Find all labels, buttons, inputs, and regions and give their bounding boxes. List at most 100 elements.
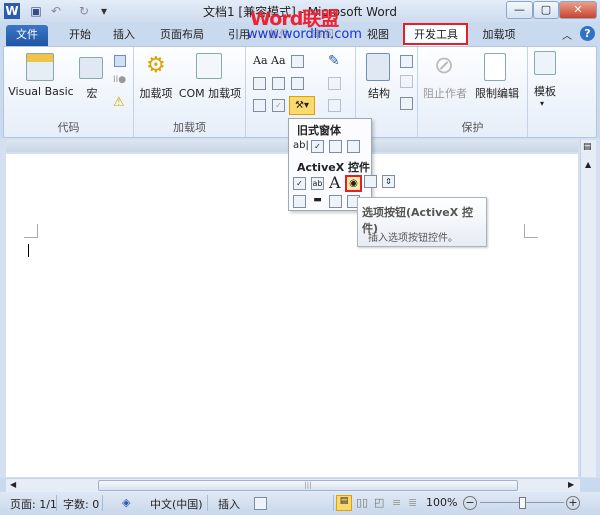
activex-label-icon[interactable]: A xyxy=(329,173,341,192)
legacy-tools-button[interactable]: ⚒▾ xyxy=(289,96,315,115)
full-screen-reading-icon[interactable]: ▯▯ xyxy=(356,496,368,509)
activex-scrollbar-icon[interactable]: ⇕ xyxy=(382,175,395,188)
insert-mode[interactable]: 插入 xyxy=(218,496,240,512)
group-label: 加载项 xyxy=(173,121,206,134)
word-count[interactable]: 字数: 0 xyxy=(63,496,99,512)
group-control-icon[interactable] xyxy=(328,99,341,112)
page-count[interactable]: 页面: 1/1 xyxy=(10,496,57,512)
text-cursor xyxy=(28,244,29,257)
tab-page-layout[interactable]: 页面布局 xyxy=(152,25,212,46)
collapse-ribbon-icon[interactable]: ︿ xyxy=(562,27,572,42)
addins-button[interactable]: 加载项 xyxy=(136,85,176,101)
plain-text-control-icon[interactable]: Aa xyxy=(271,54,286,67)
outline-icon[interactable]: ≡ xyxy=(392,496,401,509)
scroll-thumb[interactable]: ||| xyxy=(98,480,518,491)
watermark-url: www.wordlm.com xyxy=(247,27,362,42)
zoom-in-button[interactable]: + xyxy=(566,496,580,510)
zoom-level[interactable]: 100% xyxy=(426,496,457,509)
tab-file[interactable]: 文件 xyxy=(6,25,48,46)
picture-control-icon[interactable] xyxy=(291,55,304,68)
draft-icon[interactable]: ≣ xyxy=(408,496,417,509)
com-addins-button[interactable]: COM 加载项 xyxy=(176,85,244,101)
com-addins-icon xyxy=(196,53,222,79)
ruler-toggle-icon[interactable]: ▤ xyxy=(583,142,592,152)
minimize-button[interactable]: — xyxy=(506,1,533,19)
group-addins: ⚙ 加载项 COM 加载项 加载项 xyxy=(134,47,246,137)
group-code: Visual Basic 宏 II● ⚠ 代码 xyxy=(4,47,134,137)
zoom-slider-thumb[interactable] xyxy=(519,497,526,509)
visual-basic-button[interactable]: Visual Basic xyxy=(6,85,76,98)
group-label: 代码 xyxy=(57,121,80,134)
scroll-right-icon[interactable]: ▶ xyxy=(568,480,574,489)
tooltip-description: 插入选项按钮控件。 xyxy=(368,233,458,244)
title-bar: W ▣ ↶ ↻ ▾ 文档1 [兼容模式] - Microsoft Word Wo… xyxy=(0,0,600,30)
legacy-forms-heading: 旧式窗体 xyxy=(297,124,341,137)
tab-insert[interactable]: 插入 xyxy=(104,25,144,46)
block-authors-button[interactable]: 阻止作者 xyxy=(420,85,470,101)
tab-home[interactable]: 开始 xyxy=(60,25,100,46)
divider xyxy=(56,495,57,511)
macros-icon xyxy=(79,57,103,79)
properties-icon[interactable] xyxy=(328,77,341,90)
status-bar: 页面: 1/1 字数: 0 ◈ 中文(中国) 插入 ▤ ▯▯ ◰ ≡ ≣ 100… xyxy=(0,492,600,515)
activex-listbox-icon[interactable] xyxy=(293,195,306,208)
language[interactable]: 中文(中国) xyxy=(150,496,203,512)
document-template-icon xyxy=(534,51,556,75)
date-picker-control-icon[interactable] xyxy=(253,99,266,112)
checkbox-control-icon[interactable]: ✓ xyxy=(272,99,285,112)
vertical-scrollbar[interactable]: ▤ ▲ xyxy=(580,140,596,477)
drop-down-control-icon[interactable] xyxy=(291,77,304,90)
template-button[interactable]: 模板 xyxy=(530,83,560,99)
activex-textbox-icon[interactable]: ab xyxy=(311,177,324,190)
design-mode-icon[interactable]: ✎ xyxy=(328,53,340,69)
block-authors-icon: ⊘ xyxy=(434,51,455,79)
scroll-up-icon[interactable]: ▲ xyxy=(585,160,591,169)
tab-addins[interactable]: 加载项 xyxy=(474,25,524,46)
frame-icon[interactable] xyxy=(347,140,360,153)
close-button[interactable]: ✕ xyxy=(559,1,597,19)
tooltip: 选项按钮(ActiveX 控件) 插入选项按钮控件。 xyxy=(357,197,487,247)
activex-togglebutton-icon[interactable]: ▬ xyxy=(311,195,324,208)
record-macro-icon[interactable] xyxy=(114,55,126,67)
scroll-left-icon[interactable]: ◀ xyxy=(10,480,16,489)
rich-text-control-icon[interactable]: Aa xyxy=(253,54,268,67)
combo-box-control-icon[interactable] xyxy=(272,77,285,90)
activex-image-icon[interactable] xyxy=(364,175,377,188)
option-button-icon[interactable]: ◉ xyxy=(345,175,362,192)
print-layout-icon[interactable]: ▤ xyxy=(336,495,352,511)
activex-checkbox-icon[interactable]: ✓ xyxy=(293,177,306,190)
dropdown-field-icon[interactable] xyxy=(329,140,342,153)
divider xyxy=(102,495,103,511)
addins-icon: ⚙ xyxy=(146,53,166,78)
group-protect: ⊘ 阻止作者 限制编辑 保护 xyxy=(418,47,528,137)
structure-button[interactable]: 结构 xyxy=(364,85,394,101)
maximize-button[interactable]: ▢ xyxy=(533,1,559,19)
building-block-control-icon[interactable] xyxy=(253,77,266,90)
activex-combobox-icon[interactable] xyxy=(329,195,342,208)
developer-tab-highlight xyxy=(403,23,468,45)
expansion-pack-icon[interactable] xyxy=(400,97,413,110)
visual-basic-icon xyxy=(26,53,54,81)
text-field-icon[interactable]: ab| xyxy=(293,140,309,153)
macros-button[interactable]: 宏 xyxy=(82,85,102,101)
help-icon[interactable]: ? xyxy=(580,26,595,41)
zoom-out-button[interactable]: − xyxy=(463,496,477,510)
macro-record-icon[interactable] xyxy=(254,497,267,510)
group-templates: 模板 ▾ xyxy=(528,47,568,137)
checkbox-icon[interactable]: ✓ xyxy=(311,140,324,153)
restrict-editing-button[interactable]: 限制编辑 xyxy=(470,85,524,101)
structure-icon xyxy=(366,53,390,81)
web-layout-icon[interactable]: ◰ xyxy=(374,496,384,509)
margin-corner xyxy=(24,224,38,238)
proofing-icon[interactable]: ◈ xyxy=(122,496,130,509)
divider xyxy=(207,495,208,511)
macro-security-icon[interactable]: ⚠ xyxy=(113,95,125,110)
margin-corner xyxy=(524,224,538,238)
tab-view[interactable]: 视图 xyxy=(358,25,398,46)
schema-icon[interactable] xyxy=(400,55,413,68)
transform-icon[interactable] xyxy=(400,75,413,88)
chevron-down-icon: ▾ xyxy=(540,99,545,108)
horizontal-scrollbar[interactable]: ◀ ||| ▶ xyxy=(6,478,580,492)
pause-recording-icon[interactable]: II● xyxy=(113,75,126,85)
divider xyxy=(333,495,334,511)
